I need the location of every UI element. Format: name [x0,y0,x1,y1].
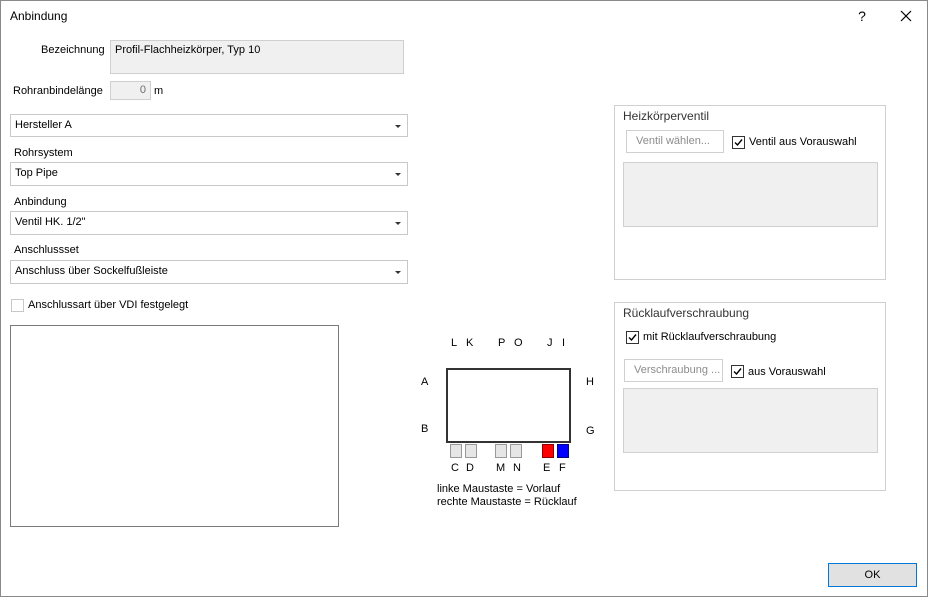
connection-label-h: H [586,376,594,388]
anbindung-value: Ventil HK. 1/2" [15,216,86,228]
heizkoerperventil-title: Heizkörperventil [623,109,710,123]
connection-label-c: C [451,462,459,474]
verschraubung-vorauswahl-checkbox[interactable] [731,365,744,378]
dialog-content: Bezeichnung Profil-Flachheizkörper, Typ … [1,31,927,596]
ruecklauf-checkbox[interactable] [626,331,639,344]
connection-label-j: J [547,337,553,349]
connection-label-e: E [543,462,551,474]
connection-slot-f[interactable] [557,444,569,458]
close-button[interactable] [891,1,921,31]
connection-slot-d[interactable] [465,444,477,458]
vdi-checkbox[interactable] [11,299,24,312]
check-icon [628,334,637,342]
connection-slot-c[interactable] [450,444,462,458]
anschlussset-select[interactable]: Anschluss über Sockelfußleiste [10,260,408,284]
check-icon [733,368,742,376]
connection-label-f: F [559,462,566,474]
connection-label-p: P [498,337,506,349]
title-bar: Anbindung ? [1,1,927,31]
connection-label-n: N [513,462,521,474]
hint-left-click: linke Maustaste = Vorlauf [437,483,561,495]
connection-label-o: O [514,337,523,349]
connection-slot-m[interactable] [495,444,507,458]
connection-label-g: G [586,425,595,437]
vdi-label: Anschlussart über VDI festgelegt [28,299,189,311]
ok-button[interactable]: OK [828,563,917,587]
rohrsystem-select[interactable]: Top Pipe [10,162,408,186]
ventil-vorauswahl-label: Ventil aus Vorauswahl [749,136,857,148]
window-title: Anbindung [10,9,68,23]
ventil-vorauswahl-checkbox[interactable] [732,136,745,149]
connection-label-m: M [496,462,506,474]
anschlussset-value: Anschluss über Sockelfußleiste [15,265,168,277]
help-button[interactable]: ? [847,1,877,31]
connection-slot-e[interactable] [542,444,554,458]
anbindung-select[interactable]: Ventil HK. 1/2" [10,211,408,235]
connection-label-i: I [562,337,566,349]
connection-label-a: A [421,376,429,388]
ventil-info-area [623,162,878,227]
check-icon [734,139,743,147]
radiator-diagram [446,368,571,442]
hersteller-select[interactable]: Hersteller A [10,114,408,137]
dialog-window: Anbindung ? Bezeichnung Profil-Flachheiz… [0,0,928,597]
hersteller-value: Hersteller A [15,119,72,131]
verschraubung-vorauswahl-label: aus Vorauswahl [748,366,826,378]
verschraubung-info-area [623,388,878,453]
bezeichnung-field: Profil-Flachheizkörper, Typ 10 [110,40,404,74]
hint-right-click: rechte Maustaste = Rücklauf [437,496,577,508]
preview-area [10,325,339,527]
connection-slot-n[interactable] [510,444,522,458]
connection-label-d: D [466,462,474,474]
chevron-down-icon [395,173,401,176]
bezeichnung-label: Bezeichnung [41,44,105,56]
verschraubung-button[interactable]: Verschraubung ... [624,359,723,382]
connection-label-b: B [421,423,429,435]
rohrsystem-value: Top Pipe [15,167,58,179]
radiator-bottom-edge [446,441,571,443]
connection-label-l: L [451,337,458,349]
anbindung-label: Anbindung [14,196,67,208]
chevron-down-icon [395,125,401,128]
ruecklauf-title: Rücklaufverschraubung [623,306,750,320]
rohrsystem-label: Rohrsystem [14,147,73,159]
chevron-down-icon [395,271,401,274]
ruecklauf-checkbox-label: mit Rücklaufverschraubung [643,331,777,343]
rohranbindelaenge-unit: m [154,85,164,97]
rohranbindelaenge-label: Rohranbindelänge [13,85,103,97]
connection-label-k: K [466,337,474,349]
anschlussset-label: Anschlussset [14,244,79,256]
chevron-down-icon [395,222,401,225]
ventil-waehlen-button[interactable]: Ventil wählen... [626,130,724,153]
rohranbindelaenge-input[interactable]: 0 [110,81,151,100]
close-icon [900,10,912,22]
